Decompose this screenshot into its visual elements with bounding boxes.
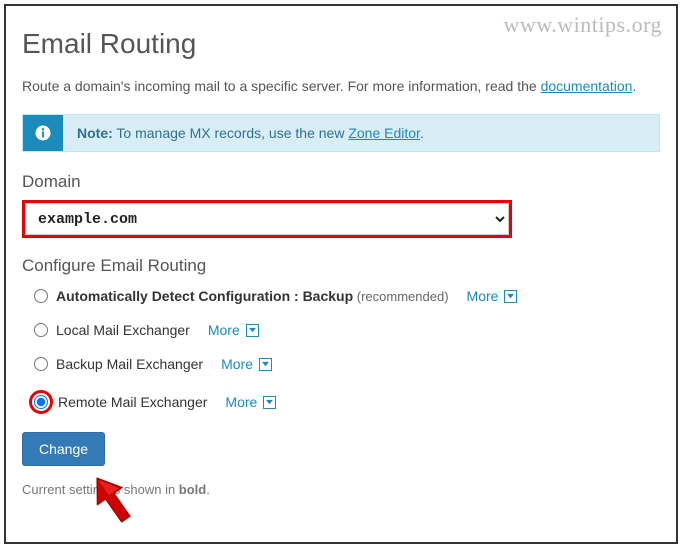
current-bold: bold: [179, 482, 206, 497]
current-after: .: [206, 482, 210, 497]
domain-select[interactable]: example.com: [25, 203, 509, 235]
more-label: More: [225, 394, 257, 410]
radio-label: Local Mail Exchanger: [56, 322, 190, 338]
more-toggle[interactable]: More: [467, 288, 518, 304]
current-setting-note: Current setting is shown in bold.: [22, 482, 660, 497]
chevron-down-icon: [246, 324, 259, 337]
info-banner: Note: To manage MX records, use the new …: [22, 114, 660, 152]
more-toggle[interactable]: More: [221, 356, 272, 372]
more-toggle[interactable]: More: [208, 322, 259, 338]
info-content: Note: To manage MX records, use the new …: [63, 115, 438, 151]
radio-row: Automatically Detect Configuration : Bac…: [34, 288, 660, 304]
current-before: Current setting is shown in: [22, 482, 179, 497]
intro-before: Route a domain's incoming mail to a spec…: [22, 78, 541, 94]
radio-label: Remote Mail Exchanger: [58, 394, 207, 410]
radio-label: Automatically Detect Configuration : Bac…: [56, 288, 449, 304]
radio-list: Automatically Detect Configuration : Bac…: [22, 288, 660, 414]
intro-after: .: [632, 78, 636, 94]
routing-radio[interactable]: [34, 395, 48, 409]
chevron-down-icon: [259, 358, 272, 371]
radio-row: Backup Mail Exchanger More: [34, 356, 660, 372]
routing-radio[interactable]: [34, 323, 48, 337]
more-label: More: [221, 356, 253, 372]
intro-text: Route a domain's incoming mail to a spec…: [22, 78, 660, 94]
more-label: More: [467, 288, 499, 304]
radio-row: Local Mail Exchanger More: [34, 322, 660, 338]
recommended-text: (recommended): [353, 289, 448, 304]
radio-highlight: [29, 390, 53, 414]
info-icon: [23, 115, 63, 151]
note-label: Note:: [77, 125, 113, 141]
change-button[interactable]: Change: [22, 432, 105, 466]
domain-label: Domain: [22, 172, 660, 192]
more-toggle[interactable]: More: [225, 394, 276, 410]
routing-radio[interactable]: [34, 289, 48, 303]
configure-label: Configure Email Routing: [22, 256, 660, 276]
watermark-text: www.wintips.org: [504, 12, 662, 38]
radio-label: Backup Mail Exchanger: [56, 356, 203, 372]
documentation-link[interactable]: documentation: [541, 78, 633, 94]
cursor-arrow-annotation: [88, 471, 138, 534]
more-label: More: [208, 322, 240, 338]
chevron-down-icon: [263, 396, 276, 409]
zone-editor-link[interactable]: Zone Editor: [348, 125, 420, 141]
note-after: .: [420, 125, 424, 141]
domain-select-highlight: example.com: [22, 200, 512, 238]
chevron-down-icon: [504, 290, 517, 303]
radio-row: Remote Mail Exchanger More: [34, 390, 660, 414]
note-before: To manage MX records, use the new: [113, 125, 349, 141]
routing-radio[interactable]: [34, 357, 48, 371]
